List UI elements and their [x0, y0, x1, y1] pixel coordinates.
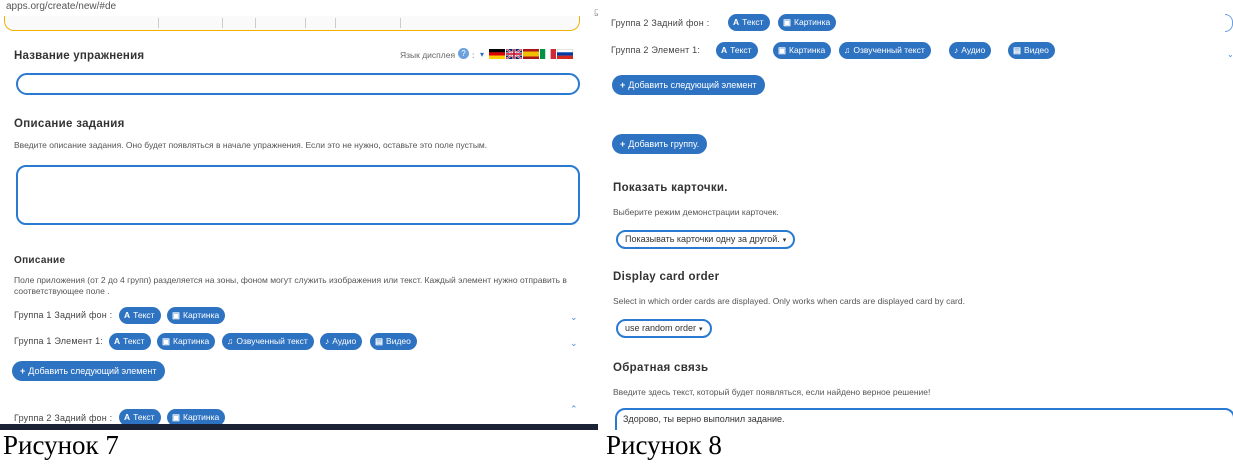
show-cards-heading: Показать карточки.: [613, 182, 728, 194]
language-separator: :: [472, 50, 475, 60]
group2-background-label: Группа 2 Задний фон :: [14, 413, 113, 423]
text-icon: A: [114, 336, 121, 346]
display-language-label: Язык дисплея: [400, 50, 456, 60]
info-icon[interactable]: ?: [458, 48, 469, 59]
tab-divider: [158, 18, 159, 28]
group2-el-voiced-text-button[interactable]: ♫ Озвученный текст: [839, 42, 931, 59]
group2-background-label: Группа 2 Задний фон :: [611, 18, 710, 28]
card-order-hint: Select in which order cards are displaye…: [613, 296, 965, 306]
headphones-icon: ♫: [844, 45, 851, 55]
card-order-heading: Display card order: [613, 271, 720, 283]
caret-down-icon: ▾: [782, 237, 787, 244]
show-cards-select[interactable]: Показывать карточки одну за другой. ▾: [616, 230, 796, 249]
group2-el-video-button[interactable]: ▤ Видео: [1008, 42, 1055, 59]
exercise-title-input[interactable]: [16, 73, 580, 95]
group1-element1-label: Группа 1 Элемент 1:: [14, 336, 104, 346]
group2-element1-label: Группа 2 Элемент 1:: [611, 45, 701, 55]
figure-7-caption: Рисунок 7: [3, 430, 119, 460]
group1-bg-text-button[interactable]: A Текст: [119, 307, 161, 324]
task-description-heading: Описание задания: [14, 118, 125, 130]
address-highlight: [4, 16, 580, 31]
plus-icon: +: [20, 366, 26, 376]
description-heading: Описание: [14, 255, 66, 266]
group1-bg-picture-button[interactable]: ▣ Картинка: [167, 307, 226, 324]
tab-divider: [255, 18, 256, 28]
group1-el-voiced-text-button[interactable]: ♫ Озвученный текст: [222, 333, 314, 350]
show-cards-hint: Выберите режим демонстрации карточек.: [613, 207, 779, 217]
picture-icon: ▣: [783, 17, 792, 27]
task-description-textarea[interactable]: [16, 165, 580, 225]
language-dropdown-icon[interactable]: ▾: [480, 50, 484, 59]
flag-spain-icon[interactable]: [523, 49, 539, 59]
film-icon: ▤: [375, 336, 384, 346]
picture-icon: ▣: [162, 336, 171, 346]
plus-icon: +: [620, 80, 626, 90]
flag-germany-icon[interactable]: [489, 49, 505, 59]
description-hint: Поле приложения (от 2 до 4 групп) раздел…: [14, 275, 567, 296]
chevron-down-icon[interactable]: ⌄: [570, 338, 578, 349]
group1-el-audio-button[interactable]: ♪ Аудио: [320, 333, 363, 350]
music-note-icon: ♪: [325, 336, 330, 346]
task-description-hint: Введите описание задания. Оно будет появ…: [14, 140, 488, 150]
chevron-down-icon[interactable]: ⌄: [570, 312, 578, 323]
feedback-heading: Обратная связь: [613, 362, 709, 374]
address-url[interactable]: apps.org/create/new/#de: [6, 1, 116, 12]
picture-icon: ▣: [778, 45, 787, 55]
figure-7-screenshot: apps.org/create/new/#de ☑ Название упраж…: [0, 0, 598, 430]
figure-8-screenshot: Группа 2 Задний фон : A Текст ▣ Картинка Г…: [603, 0, 1233, 430]
flag-uk-icon[interactable]: [506, 49, 522, 59]
group1-background-label: Группа 1 Задний фон :: [14, 310, 113, 320]
group1-el-video-button[interactable]: ▤ Видео: [370, 333, 417, 350]
tab-divider: [305, 18, 306, 28]
picture-icon: ▣: [172, 310, 181, 320]
add-group-button[interactable]: + Добавить группу.: [612, 134, 708, 154]
caret-down-icon: ▾: [699, 326, 703, 333]
browser-address-strip: apps.org/create/new/#de: [0, 0, 590, 31]
text-icon: A: [721, 45, 728, 55]
group2-el-picture-button[interactable]: ▣ Картинка: [773, 42, 832, 59]
bookmark-icon[interactable]: ☑: [594, 8, 598, 19]
film-icon: ▤: [1013, 45, 1022, 55]
flag-italy-icon[interactable]: [540, 49, 556, 59]
group2-el-audio-button[interactable]: ♪ Аудио: [949, 42, 992, 59]
group2-bg-text-button[interactable]: A Текст: [728, 14, 770, 31]
flag-russia-icon[interactable]: [557, 49, 573, 59]
feedback-hint: Введите здесь текст, который будет появл…: [613, 387, 931, 397]
headphones-icon: ♫: [227, 336, 234, 346]
plus-icon: +: [620, 139, 626, 149]
group1-el-picture-button[interactable]: ▣ Картинка: [157, 333, 216, 350]
group1-el-text-button[interactable]: A Текст: [109, 333, 151, 350]
group2-el-text-button[interactable]: A Текст: [716, 42, 758, 59]
text-icon: A: [124, 310, 131, 320]
text-icon: A: [733, 17, 740, 27]
exercise-title-label: Название упражнения: [14, 50, 145, 62]
tab-divider: [222, 18, 223, 28]
card-order-select[interactable]: use random order ▾: [616, 319, 712, 338]
add-next-element-button[interactable]: + Добавить следующий элемент: [12, 361, 165, 381]
chevron-down-icon[interactable]: ⌄: [1227, 50, 1233, 59]
figure-8-caption: Рисунок 8: [606, 430, 722, 460]
feedback-textarea[interactable]: Здорово, ты верно выполнил задание.: [615, 408, 1233, 430]
tab-divider: [400, 18, 401, 28]
chevron-up-icon[interactable]: ⌃: [570, 404, 578, 415]
add-next-element-button[interactable]: + Добавить следующий элемент: [612, 75, 765, 95]
tab-divider: [335, 18, 336, 28]
scroll-handle-icon[interactable]: [1225, 14, 1233, 32]
group2-bg-picture-button[interactable]: ▣ Картинка: [778, 14, 837, 31]
music-note-icon: ♪: [954, 45, 959, 55]
